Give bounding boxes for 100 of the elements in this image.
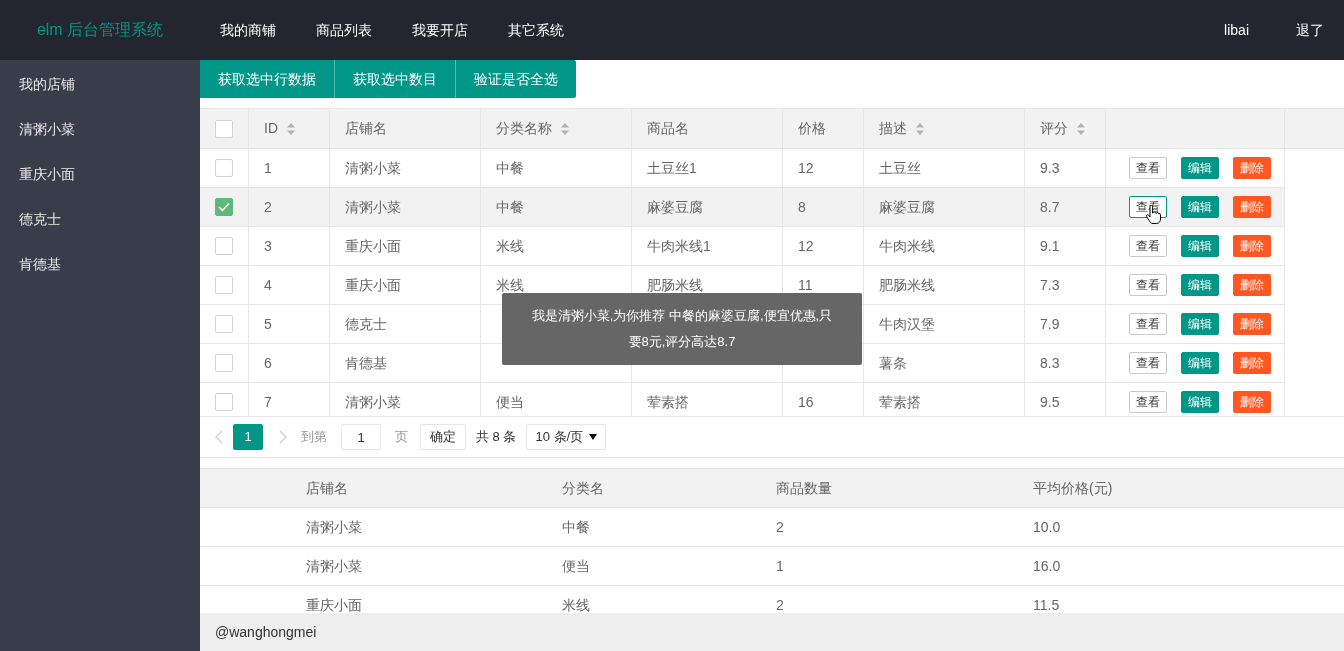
sidebar-item[interactable]: 肯德基 [0,242,200,287]
nav-link[interactable]: 我要开店 [392,19,488,41]
page-unit-label: 页 [395,428,408,447]
sidebar-item[interactable]: 重庆小面 [0,152,200,197]
table-cell-text: 9.1 [1040,236,1060,256]
confirm-button[interactable]: 确定 [420,424,466,450]
table-cell: 11.5 [1033,596,1060,613]
checkbox[interactable] [215,198,233,216]
table-cell-text: 7 [264,392,272,412]
table-cell-text: 中餐 [496,197,524,217]
page-button[interactable]: 1 [233,424,263,450]
goto-label: 到第 [301,428,327,447]
sidebar-item[interactable]: 德克士 [0,197,200,242]
user-name[interactable]: libai [1224,19,1249,41]
table-cell-text: 麻婆豆腐 [879,197,935,217]
table-cell-text: 便当 [496,392,524,412]
table-cell-text: 肥肠米线 [879,275,935,295]
table-cell: 16.0 [1033,557,1061,574]
column-header: 平均价格(元) [1033,479,1113,496]
column-header: 商品名 [647,119,689,138]
edit-button[interactable]: 编辑 [1181,391,1219,413]
checkbox[interactable] [215,354,233,372]
view-button[interactable]: 查看 [1129,391,1167,413]
table-cell-text: 9.3 [1040,158,1060,178]
edit-button[interactable]: 编辑 [1181,235,1219,257]
table-cell-text: 8 [798,197,806,217]
table-cell-text: 中餐 [496,158,524,178]
view-button[interactable]: 查看 [1129,352,1167,374]
sort-icon[interactable] [560,121,570,136]
table-cell: 米线 [562,596,590,613]
edit-button[interactable]: 编辑 [1181,274,1219,296]
table-cell-text: 8.7 [1040,197,1060,217]
page-input[interactable]: 1 [341,424,381,450]
checkbox[interactable] [215,393,233,411]
table-cell-text: 荤素搭 [879,392,921,412]
checkbox[interactable] [215,119,233,138]
next-page-icon[interactable] [279,430,287,444]
toolbar-button[interactable]: 验证是否全选 [456,60,576,98]
table-cell-text: 12 [798,236,814,256]
sort-icon[interactable] [286,121,296,136]
view-button[interactable]: 查看 [1129,313,1167,335]
view-button[interactable]: 查看 [1129,235,1167,257]
toolbar-button[interactable]: 获取选中行数据 [200,60,335,98]
table-cell: 清粥小菜 [306,518,362,535]
nav-link[interactable]: 商品列表 [296,19,392,41]
table-row[interactable]: 4 重庆小面 米线 肥肠米线 11 肥肠米线 7.3 查看 编辑 删除 [200,266,1285,305]
table-cell: 1 [776,557,784,574]
edit-button[interactable]: 编辑 [1181,313,1219,335]
table-cell-text: 9.5 [1040,392,1060,412]
sidebar-item[interactable]: 我的店铺 [0,62,200,107]
table-cell: 10.0 [1033,518,1061,535]
table-cell-text: 荤素搭 [647,392,689,412]
table-cell-text: 11 [798,275,813,295]
page-size-select[interactable]: 10 条/页 [526,424,607,450]
table-cell: 便当 [562,557,590,574]
column-header: 分类名称 [496,119,552,138]
table-cell-text: 5 [264,314,272,334]
column-header: 评分 [1040,119,1068,138]
column-header: ID [264,119,278,138]
checkbox[interactable] [215,237,233,255]
checkbox[interactable] [215,315,233,333]
edit-button[interactable]: 编辑 [1181,157,1219,179]
edit-button[interactable]: 编辑 [1181,352,1219,374]
table-cell: 2 [776,518,784,535]
checkbox[interactable] [215,159,233,177]
checkbox[interactable] [215,276,233,294]
previous-page-icon[interactable] [215,430,223,444]
view-button[interactable]: 查看 [1129,157,1167,179]
table-cell-text: 麻婆豆腐 [647,197,703,217]
table-cell-text: 薯条 [879,353,907,373]
table-cell-text: 土豆丝 [879,158,921,178]
table-cell-text: 2 [264,197,272,217]
table-cell-text: 6 [264,353,272,373]
column-header: 店铺名 [306,479,348,496]
column-header: 店铺名 [345,119,387,138]
logout-link[interactable]: 退了 [1296,19,1324,41]
table-cell: 清粥小菜 [306,557,362,574]
table-row[interactable]: 3 重庆小面 米线 牛肉米线1 12 牛肉米线 9.1 查看 编辑 删除 [200,227,1285,266]
table-cell-text: 肥肠米线 [647,275,703,295]
column-header: 分类名 [562,479,604,496]
edit-button[interactable]: 编辑 [1181,196,1219,218]
table-cell-text: 清粥小菜 [345,197,401,217]
sort-icon[interactable] [915,121,925,136]
table-cell-text: 7.9 [1040,314,1060,334]
sort-icon[interactable] [1076,121,1086,136]
app-logo: elm 后台管理系统 [36,20,164,40]
nav-link[interactable]: 我的商铺 [200,19,296,41]
nav-link[interactable]: 其它系统 [488,19,584,41]
column-header: 价格 [798,119,826,138]
sidebar-item[interactable]: 清粥小菜 [0,107,200,152]
footer-text: @wanghongmei [215,622,317,642]
toolbar-button[interactable]: 获取选中数目 [335,60,456,98]
total-count: 共 8 条 [476,428,517,447]
column-header: 商品数量 [776,479,832,496]
table-cell-text: 8.3 [1040,353,1060,373]
view-button[interactable]: 查看 [1129,274,1167,296]
table-cell-text: 肯德基 [345,353,387,373]
table-cell-text: 清粥小菜 [345,392,401,412]
table-cell-text: 土豆丝1 [647,158,697,178]
table-row[interactable]: 1 清粥小菜 中餐 土豆丝1 12 土豆丝 9.3 查看 编辑 删除 [200,149,1285,188]
